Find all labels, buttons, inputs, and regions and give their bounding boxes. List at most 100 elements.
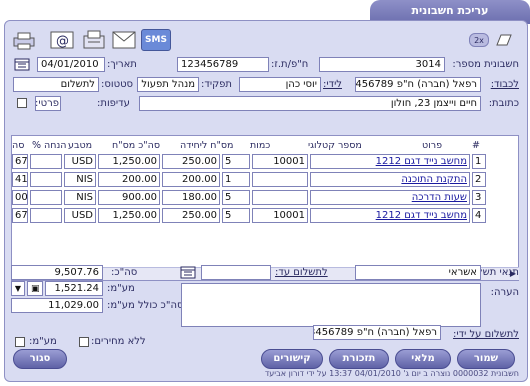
row2-discount[interactable] <box>30 172 62 187</box>
row3-catalog[interactable] <box>252 190 308 205</box>
email-at-icon[interactable]: @ <box>49 29 75 51</box>
col-header-total: סה"כ מס"ח <box>112 140 160 151</box>
row2-catalog[interactable] <box>252 172 308 187</box>
row3-qty[interactable]: 5 <box>222 190 250 205</box>
row4-unit[interactable]: 250.00 <box>162 208 220 223</box>
row1-qty[interactable]: 5 <box>222 154 250 169</box>
to-field[interactable]: רפאל (חברה) ח"פ 123456789 <box>355 77 481 92</box>
role-field[interactable]: מנהל תפעול <box>137 77 199 92</box>
row3-num: 3 <box>472 190 486 205</box>
stock-button[interactable]: מלאי <box>395 349 451 369</box>
address-field[interactable]: חיים וייצמן 23, חולון <box>139 96 481 111</box>
pay-until-field[interactable] <box>201 265 271 280</box>
col-header-discount: % הנחה <box>32 140 67 151</box>
note-label: הערה: <box>490 287 519 298</box>
date-field[interactable]: 04/01/2010 <box>37 57 105 72</box>
note-textarea[interactable] <box>181 283 481 327</box>
address-label: כתובת: <box>488 98 519 109</box>
close-button[interactable]: סגור <box>13 349 67 369</box>
tax-id-field[interactable]: 123456789 <box>177 57 269 72</box>
row4-discount[interactable] <box>30 208 62 223</box>
row2-qty[interactable]: 1 <box>222 172 250 187</box>
row4-sum: 67 <box>12 208 28 223</box>
eraser-icon[interactable] <box>495 33 513 47</box>
row2-unit[interactable]: 200.00 <box>162 172 220 187</box>
attn-label[interactable]: לידי: <box>323 79 342 90</box>
payer-label[interactable]: לתשלום על ידי: <box>453 329 519 340</box>
col-header-num: # <box>472 140 480 151</box>
row1-discount[interactable] <box>30 154 62 169</box>
footer-created-text: חשבונית 0000032 נוצרה ב יום ג' 04/01/201… <box>264 369 519 378</box>
row3-discount[interactable] <box>30 190 62 205</box>
to-label[interactable]: לכבוד: <box>491 79 519 90</box>
date-label: תאריך: <box>107 59 137 70</box>
row3-total[interactable]: 900.00 <box>98 190 160 205</box>
invoice-number-field[interactable]: 3014 <box>319 57 445 72</box>
vat-select[interactable]: ▼ <box>11 281 25 296</box>
col-header-qty: כמות <box>250 140 271 151</box>
row3-unit[interactable]: 180.00 <box>162 190 220 205</box>
row1-desc[interactable]: מחשב נייד דגם 1212 <box>310 154 470 169</box>
col-header-sum: סה <box>12 140 25 151</box>
row4-num: 4 <box>472 208 486 223</box>
attn-field[interactable]: יוסי כהן <box>239 77 321 92</box>
calendar-icon[interactable] <box>13 57 31 71</box>
envelope-icon[interactable] <box>111 29 137 51</box>
row1-num: 1 <box>472 154 486 169</box>
row2-num: 2 <box>472 172 486 187</box>
copy-badge[interactable]: 2x <box>469 33 489 47</box>
row2-sum: 41 <box>12 172 28 187</box>
col-header-unit: מס"ח ליחידה <box>180 140 234 151</box>
items-table: # פרוט מספר קטלוגי כמות מס"ח ליחידה סה"כ… <box>11 135 519 281</box>
vat-option-checkbox[interactable] <box>15 337 25 347</box>
reminder-button[interactable]: תזכורת <box>329 349 389 369</box>
sms-icon[interactable]: SMS <box>141 29 171 51</box>
row1-unit[interactable]: 250.00 <box>162 154 220 169</box>
invoice-window: @ SMS 2x חשבונית מספר: 3014 ח"פ/ת.ז: 123… <box>4 20 528 382</box>
grand-total-label: סה"כ כולל מע"מ: <box>107 300 184 311</box>
payer-field[interactable]: רפאל (חברה) ח"פ 123456789 <box>313 325 441 340</box>
tax-id-label: ח"פ/ת.ז: <box>271 59 309 70</box>
role-label: תפקיד: <box>201 79 232 90</box>
row4-total[interactable]: 1,250.00 <box>98 208 160 223</box>
row4-desc[interactable]: מחשב נייד דגם 1212 <box>310 208 470 223</box>
links-button[interactable]: קישורים <box>261 349 323 369</box>
invoice-number-label: חשבונית מספר: <box>452 59 519 70</box>
row2-desc[interactable]: התקנת התוכנה <box>310 172 470 187</box>
vat-field: 1,521.24 <box>45 281 103 296</box>
vat-rate-field[interactable]: ▣ <box>27 281 43 296</box>
details-checkbox[interactable] <box>17 98 27 108</box>
vat-label: מע"מ: <box>107 283 135 294</box>
row4-catalog[interactable]: 10001 <box>252 208 308 223</box>
row3-currency[interactable]: NIS <box>64 190 96 205</box>
no-prices-label: ללא מחירים: <box>91 336 146 347</box>
col-header-desc: פרוט <box>422 140 443 151</box>
status-field[interactable]: לתשלום <box>13 77 99 92</box>
row4-qty[interactable]: 5 <box>222 208 250 223</box>
printer-icon[interactable] <box>11 31 37 51</box>
priority-label: עדיפות: <box>97 98 130 109</box>
total-field: 9,507.76 <box>11 265 103 280</box>
save-button[interactable]: שמור <box>457 349 515 369</box>
pay-until-label[interactable]: לתשלום עד: <box>275 267 328 278</box>
row2-currency[interactable]: NIS <box>64 172 96 187</box>
row4-currency[interactable]: USD <box>64 208 96 223</box>
no-prices-checkbox[interactable] <box>79 337 89 347</box>
row1-currency[interactable]: USD <box>64 154 96 169</box>
fax-icon[interactable] <box>81 29 107 51</box>
vat-rate-icon: ▣ <box>31 284 40 294</box>
vat-option-label: מע"מ: <box>29 336 57 347</box>
svg-text:@: @ <box>56 34 69 49</box>
payment-terms-field[interactable]: אשראי <box>355 265 481 280</box>
col-header-catalog: מספר קטלוגי <box>308 140 362 151</box>
row2-total[interactable]: 200.00 <box>98 172 160 187</box>
pay-until-calendar-icon[interactable] <box>179 265 197 279</box>
grand-total-field: 11,029.00 <box>11 298 103 313</box>
row1-catalog[interactable]: 10001 <box>252 154 308 169</box>
row1-total[interactable]: 1,250.00 <box>98 154 160 169</box>
row1-sum: 67 <box>12 154 28 169</box>
row3-sum: 00 <box>12 190 28 205</box>
col-header-currency: מטבע <box>68 140 93 151</box>
row3-desc[interactable]: שעות הדרכה <box>310 190 470 205</box>
status-label: סטטוס: <box>101 79 134 90</box>
